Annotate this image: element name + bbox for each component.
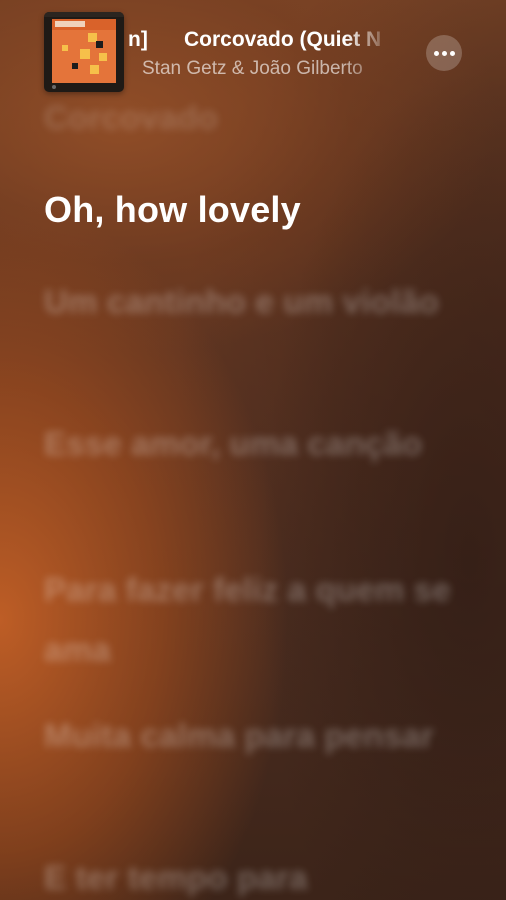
album-art-shape — [62, 45, 68, 51]
lyric-line-previous[interactable]: Corcovado — [44, 96, 464, 136]
more-button[interactable] — [426, 35, 462, 71]
track-artist[interactable]: Stan Getz & João Gilberto — [142, 56, 390, 82]
more-icon — [449, 50, 455, 56]
album-art-shape — [96, 41, 103, 48]
lyric-line-upcoming[interactable]: Muita calma para pensar — [44, 706, 464, 766]
album-art-shape — [90, 65, 99, 74]
track-title-prefix: n] — [128, 28, 148, 51]
album-art-shape — [99, 53, 107, 61]
more-icon — [433, 50, 439, 56]
album-art-label-logo — [52, 85, 56, 89]
album-art-title-mark — [55, 21, 85, 27]
lyric-line-upcoming[interactable]: Para fazer feliz a quem se ama — [44, 560, 464, 680]
album-art-shape — [80, 49, 90, 59]
lyric-line-upcoming[interactable]: Esse amor, uma canção — [44, 414, 464, 474]
more-icon — [441, 50, 447, 56]
now-playing-header: n] Corcovado (Quiet N Stan Getz & João Gi… — [0, 0, 506, 100]
lyric-line-current[interactable]: Oh, how lovely — [44, 188, 464, 232]
track-title[interactable]: n] Corcovado (Quiet N — [128, 26, 392, 54]
lyric-line-upcoming[interactable]: E ter tempo para — [44, 848, 464, 900]
album-art-strip — [44, 12, 124, 17]
album-art-canvas — [52, 19, 116, 83]
album-art-shape — [72, 63, 78, 69]
lyric-line-upcoming[interactable]: Um cantinho e um violão — [44, 272, 464, 332]
track-title-text: Corcovado (Quiet N — [184, 28, 382, 51]
album-artwork[interactable] — [44, 12, 124, 92]
